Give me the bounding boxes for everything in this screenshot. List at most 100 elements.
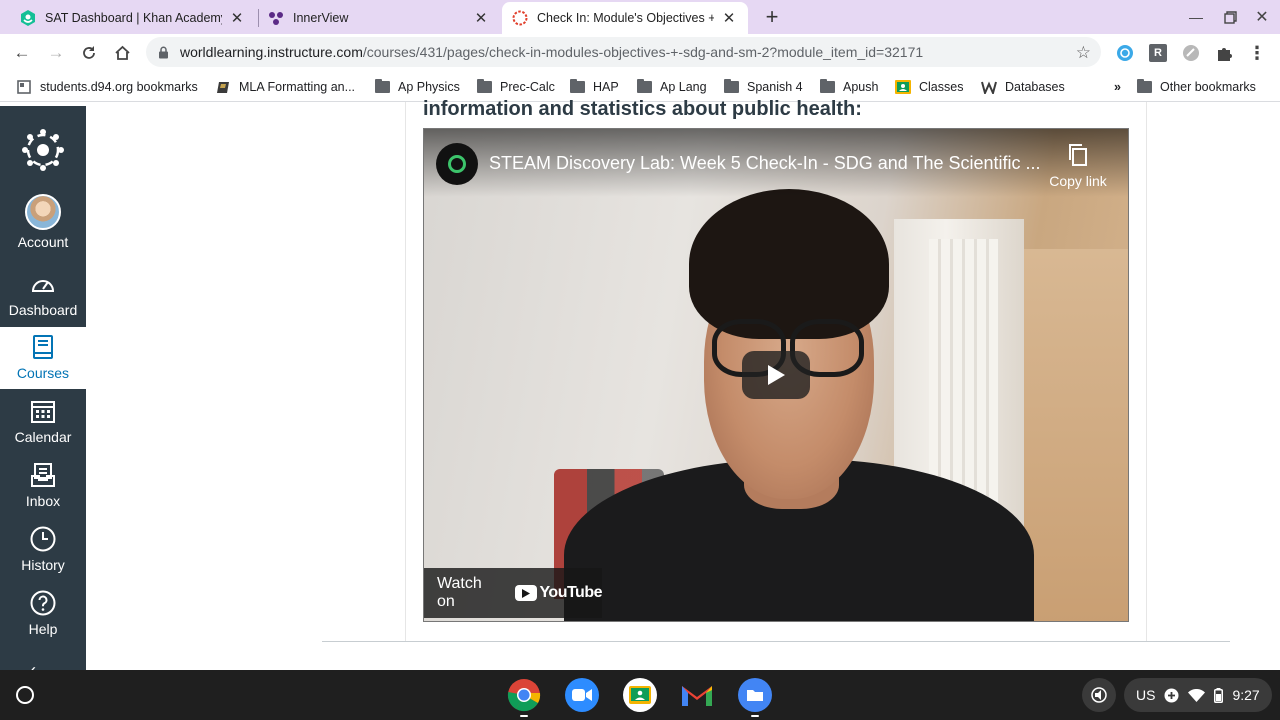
back-icon[interactable]: ← — [10, 41, 34, 65]
bookmark-folder[interactable]: Prec-Calc — [476, 78, 555, 96]
dashboard-icon — [29, 270, 57, 298]
url-domain: worldlearning.instructure.com — [180, 44, 363, 60]
watch-on-label: Watch on — [437, 575, 482, 610]
nav-help[interactable]: Help — [0, 583, 86, 645]
app-running-indicator — [751, 715, 759, 717]
url-text: worldlearning.instructure.com/courses/43… — [180, 44, 923, 60]
folder-icon — [636, 79, 652, 94]
khan-academy-icon — [20, 10, 36, 26]
zoom-icon[interactable] — [565, 678, 599, 712]
watch-on-youtube-button[interactable]: Watch on YouTube — [424, 568, 602, 618]
close-icon[interactable]: ✕ — [472, 9, 490, 27]
url-path: /courses/431/pages/check-in-modules-obje… — [362, 44, 924, 60]
minimize-icon[interactable]: — — [1186, 8, 1206, 26]
tab-title: SAT Dashboard | Khan Academy — [45, 11, 222, 25]
canvas-icon — [512, 10, 528, 26]
nav-label: History — [21, 557, 65, 573]
innerview-icon — [268, 10, 284, 26]
play-button[interactable] — [742, 351, 810, 399]
classroom-icon — [895, 80, 911, 94]
google-classroom-icon[interactable] — [623, 678, 657, 712]
bookmark-item[interactable]: Databases — [981, 78, 1065, 96]
youtube-embed[interactable]: STEAM Discovery Lab: Week 5 Check-In - S… — [423, 128, 1129, 622]
files-icon[interactable] — [738, 678, 772, 712]
nav-label: Dashboard — [8, 302, 78, 318]
bookmark-item[interactable]: MLA Formatting an... — [215, 78, 355, 96]
page-icon — [16, 80, 32, 94]
tab-check-in[interactable]: Check In: Module's Objectives + SDG and … — [502, 2, 748, 34]
weebly-icon — [981, 80, 997, 94]
add-icon — [1164, 688, 1179, 703]
folder-icon — [374, 79, 390, 94]
locale-indicator: US — [1136, 687, 1156, 703]
menu-kebab-icon[interactable]: ⋮ — [1248, 43, 1266, 63]
media-controls-icon[interactable] — [1082, 678, 1116, 712]
bookmark-folder[interactable]: HAP — [569, 78, 619, 96]
canvas-logo-icon[interactable] — [21, 128, 65, 172]
close-window-icon[interactable]: ✕ — [1252, 8, 1272, 26]
restore-icon[interactable] — [1220, 8, 1240, 26]
nav-inbox[interactable]: Inbox — [0, 455, 86, 517]
video-title[interactable]: STEAM Discovery Lab: Week 5 Check-In - S… — [489, 153, 1044, 174]
calendar-icon — [29, 397, 57, 425]
extension-icon[interactable] — [1116, 44, 1134, 62]
app-running-indicator — [520, 715, 528, 717]
channel-avatar[interactable] — [436, 143, 478, 185]
folder-icon — [569, 79, 585, 94]
tab-title: InnerView — [293, 11, 349, 25]
nav-label: Inbox — [25, 493, 61, 509]
youtube-logo: YouTube — [515, 584, 602, 602]
close-icon[interactable]: ✕ — [228, 9, 246, 27]
copy-icon — [1069, 144, 1087, 166]
other-bookmarks-folder[interactable]: Other bookmarks — [1136, 78, 1256, 96]
clock-time: 9:27 — [1232, 687, 1260, 703]
chrome-icon[interactable] — [507, 678, 541, 712]
gmail-icon[interactable] — [680, 678, 714, 712]
collapse-nav-icon[interactable]: ‹ — [30, 660, 36, 670]
bookmarks-overflow-chevron[interactable]: » — [1114, 78, 1121, 96]
launcher-icon[interactable] — [16, 686, 34, 704]
bookmark-folder[interactable]: Apush — [819, 78, 878, 96]
new-tab-button[interactable]: + — [760, 4, 784, 29]
bookmark-label: MLA Formatting an... — [239, 80, 356, 94]
bookmark-folder[interactable]: Spanish 4 — [723, 78, 803, 96]
copy-link-button[interactable]: Copy link — [1042, 143, 1114, 189]
folder-icon — [1136, 79, 1152, 94]
bookmark-label: Apush — [843, 80, 879, 94]
bookmark-item[interactable]: Classes — [895, 78, 963, 96]
tab-khan-academy[interactable]: SAT Dashboard | Khan Academy ✕ — [10, 2, 256, 34]
nav-label: Account — [17, 234, 69, 250]
copy-link-label: Copy link — [1049, 173, 1107, 189]
nav-account[interactable]: Account — [0, 194, 86, 258]
nav-label: Courses — [16, 365, 70, 381]
bookmark-label: Prec-Calc — [500, 80, 555, 94]
avatar — [25, 194, 61, 230]
bookmark-star-icon[interactable]: ☆ — [1076, 43, 1091, 63]
home-icon[interactable] — [110, 41, 134, 65]
clock-icon — [29, 525, 57, 553]
folder-icon — [476, 79, 492, 94]
nav-dashboard[interactable]: Dashboard — [0, 264, 86, 326]
tab-innerview[interactable]: InnerView ✕ — [258, 2, 500, 34]
bookmark-label: Ap Lang — [660, 80, 707, 94]
reload-icon[interactable] — [77, 41, 101, 65]
close-icon[interactable]: ✕ — [720, 9, 738, 27]
youtube-play-icon — [515, 585, 538, 601]
tab-strip: SAT Dashboard | Khan Academy ✕ InnerView… — [0, 0, 1280, 34]
nav-courses[interactable]: Courses — [0, 327, 86, 389]
os-shelf: US 9:27 — [0, 670, 1280, 720]
address-bar[interactable]: worldlearning.instructure.com/courses/43… — [146, 37, 1101, 67]
nav-label: Help — [28, 621, 58, 637]
bookmark-folder[interactable]: Ap Lang — [636, 78, 707, 96]
help-icon — [29, 589, 57, 617]
bookmark-item[interactable]: students.d94.org bookmarks — [16, 78, 198, 96]
system-tray[interactable]: US 9:27 — [1124, 678, 1272, 712]
nav-calendar[interactable]: Calendar — [0, 391, 86, 453]
extensions-puzzle-icon[interactable] — [1215, 44, 1233, 62]
extension-grey-icon[interactable] — [1182, 44, 1200, 62]
forward-icon[interactable]: → — [44, 41, 68, 65]
nav-history[interactable]: History — [0, 519, 86, 581]
bookmark-folder[interactable]: Ap Physics — [374, 78, 460, 96]
bookmark-label: HAP — [593, 80, 619, 94]
extension-r-icon[interactable]: R — [1149, 44, 1167, 62]
